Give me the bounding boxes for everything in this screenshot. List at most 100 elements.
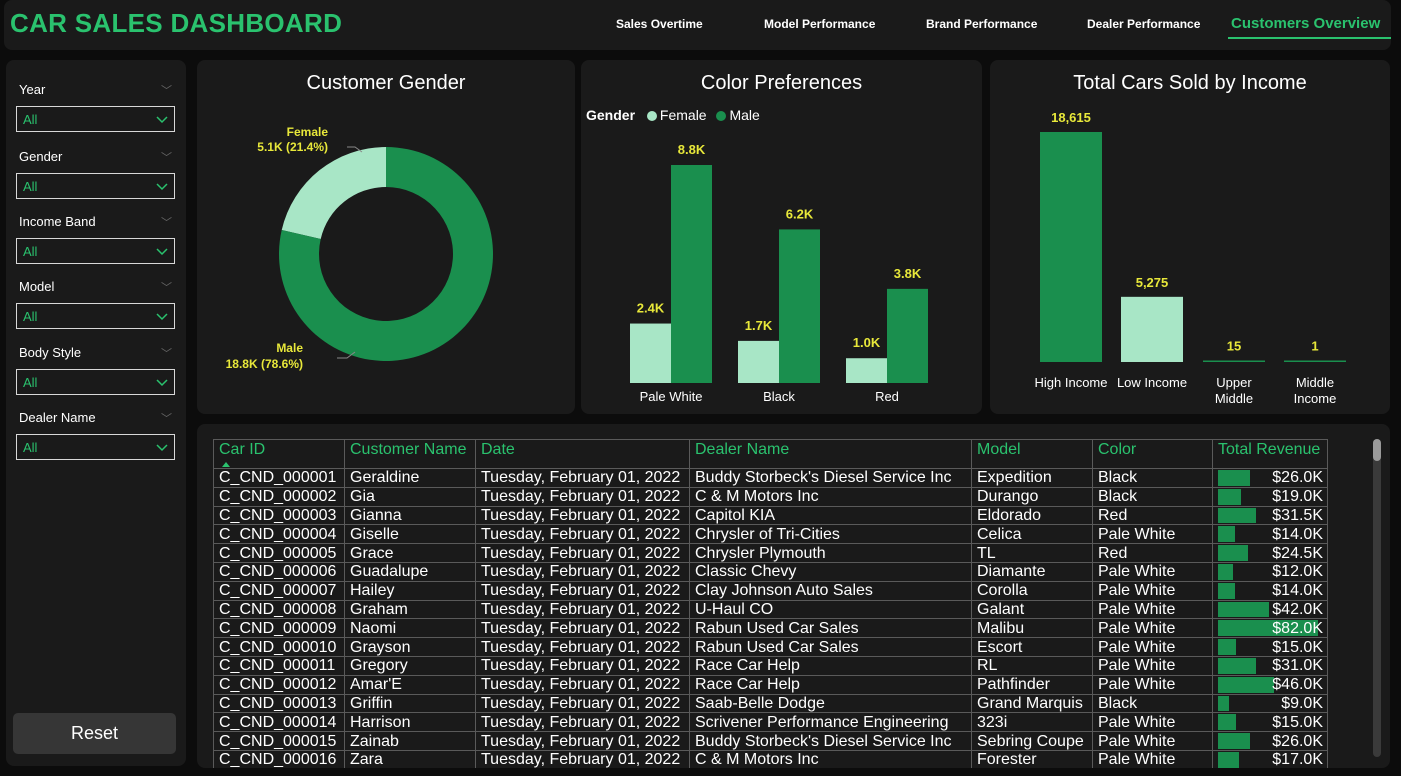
column-header-total-revenue[interactable]: Total Revenue bbox=[1212, 439, 1328, 469]
column-header-model[interactable]: Model bbox=[971, 439, 1093, 469]
cell-color: Pale White bbox=[1092, 637, 1213, 657]
table-row[interactable]: C_CND_000012 Amar'E Tuesday, February 01, … bbox=[213, 674, 1328, 695]
bar-male-black[interactable] bbox=[779, 229, 820, 383]
table-row[interactable]: C_CND_000006 Guadalupe Tuesday, February 0… bbox=[213, 561, 1328, 582]
cell-total-revenue: $15.0K bbox=[1212, 637, 1328, 657]
tab-customers-overview[interactable]: Customers Overview bbox=[1231, 15, 1380, 32]
column-header-color[interactable]: Color bbox=[1092, 439, 1213, 469]
table-scrollbar-thumb[interactable] bbox=[1373, 439, 1381, 461]
cell-color: Pale White bbox=[1092, 599, 1213, 620]
table-row[interactable]: C_CND_000010 Grayson Tuesday, February 01,… bbox=[213, 637, 1328, 657]
table-row[interactable]: C_CND_000003 Gianna Tuesday, February 01, … bbox=[213, 505, 1328, 526]
x-axis-tick-label: Low Income bbox=[1117, 375, 1187, 390]
bar-middle-income[interactable] bbox=[1284, 360, 1346, 363]
bar-female-pale-white[interactable] bbox=[630, 323, 671, 383]
revenue-data-bar bbox=[1218, 488, 1242, 505]
cell-car-id: C_CND_000014 bbox=[213, 712, 345, 733]
tab-model-performance[interactable]: Model Performance bbox=[764, 17, 875, 31]
revenue-data-bar bbox=[1218, 601, 1270, 618]
cell-date: Tuesday, February 01, 2022 bbox=[475, 731, 690, 751]
model-dropdown[interactable]: All bbox=[16, 303, 175, 329]
cars-by-income-panel: Total Cars Sold by Income 18,615 High Inc… bbox=[990, 60, 1390, 414]
chevron-down-icon[interactable]: ﹀ bbox=[161, 214, 172, 230]
cell-customer-name: Gregory bbox=[344, 655, 476, 676]
column-header-customer-name[interactable]: Customer Name bbox=[344, 439, 476, 469]
top-header: CAR SALES DASHBOARD Sales Overtime Model… bbox=[4, 0, 1391, 50]
donut-slice-female[interactable] bbox=[281, 147, 386, 239]
cell-customer-name: Geraldine bbox=[344, 468, 476, 488]
sort-ascending-icon[interactable] bbox=[222, 462, 230, 467]
table-row[interactable]: C_CND_000011 Gregory Tuesday, February 01,… bbox=[213, 655, 1328, 676]
bar-value-label: 1.0K bbox=[853, 335, 881, 350]
revenue-data-bar bbox=[1218, 582, 1236, 599]
bar-high-income[interactable] bbox=[1040, 132, 1102, 362]
gender-dropdown[interactable]: All bbox=[16, 173, 175, 199]
cell-date: Tuesday, February 01, 2022 bbox=[475, 618, 690, 639]
revenue-data-bar bbox=[1218, 751, 1239, 768]
filter-label-income-band: Income Band bbox=[19, 214, 96, 229]
table-row[interactable]: C_CND_000013 Griffin Tuesday, February 01,… bbox=[213, 693, 1328, 714]
table-row[interactable]: C_CND_000008 Graham Tuesday, February 01, … bbox=[213, 599, 1328, 620]
cell-model: Pathfinder bbox=[971, 674, 1093, 695]
revenue-value: $17.0K bbox=[1272, 751, 1323, 768]
table-row[interactable]: C_CND_000004 Giselle Tuesday, February 01,… bbox=[213, 524, 1328, 545]
cell-model: Corolla bbox=[971, 580, 1093, 601]
column-header-date[interactable]: Date bbox=[475, 439, 690, 469]
chevron-down-icon[interactable]: ﹀ bbox=[161, 410, 172, 426]
bar-female-red[interactable] bbox=[846, 358, 887, 383]
bar-upper-middle[interactable] bbox=[1203, 360, 1265, 363]
tab-brand-performance[interactable]: Brand Performance bbox=[926, 17, 1037, 31]
male-slice-value: 18.8K (78.6%) bbox=[226, 357, 303, 371]
cell-dealer-name: C & M Motors Inc bbox=[689, 749, 972, 768]
cell-date: Tuesday, February 01, 2022 bbox=[475, 580, 690, 601]
body-style-dropdown[interactable]: All bbox=[16, 369, 175, 395]
cell-total-revenue: $15.0K bbox=[1212, 712, 1328, 733]
cell-customer-name: Griffin bbox=[344, 693, 476, 714]
revenue-value: $26.0K bbox=[1272, 469, 1323, 487]
cell-total-revenue: $82.0K bbox=[1212, 618, 1328, 639]
revenue-value: $31.5K bbox=[1272, 506, 1323, 524]
filter-label-body-style: Body Style bbox=[19, 345, 82, 360]
tab-dealer-performance[interactable]: Dealer Performance bbox=[1087, 17, 1200, 31]
bar-male-red[interactable] bbox=[887, 288, 928, 383]
table-scrollbar[interactable] bbox=[1373, 439, 1381, 757]
cell-customer-name: Gia bbox=[344, 486, 476, 507]
column-header-car-id[interactable]: Car ID bbox=[213, 439, 345, 469]
chevron-down-icon[interactable]: ﹀ bbox=[161, 149, 172, 165]
table-row[interactable]: C_CND_000005 Grace Tuesday, February 01, 2… bbox=[213, 543, 1328, 563]
table-row[interactable]: C_CND_000015 Zainab Tuesday, February 01, … bbox=[213, 731, 1328, 751]
bar-female-black[interactable] bbox=[738, 340, 779, 383]
revenue-value: $82.0K bbox=[1272, 619, 1323, 637]
cell-car-id: C_CND_000008 bbox=[213, 599, 345, 620]
table-row[interactable]: C_CND_000009 Naomi Tuesday, February 01, 2… bbox=[213, 618, 1328, 639]
cell-model: Diamante bbox=[971, 561, 1093, 582]
bar-low-income[interactable] bbox=[1121, 296, 1183, 362]
table-row[interactable]: C_CND_000002 Gia Tuesday, February 01, 202… bbox=[213, 486, 1328, 507]
cell-total-revenue: $26.0K bbox=[1212, 731, 1328, 751]
income-band-dropdown[interactable]: All bbox=[16, 238, 175, 264]
cell-car-id: C_CND_000011 bbox=[213, 655, 345, 676]
body-style-dropdown-value: All bbox=[23, 375, 38, 390]
chevron-down-icon[interactable]: ﹀ bbox=[161, 345, 172, 361]
chevron-down-icon[interactable]: ﹀ bbox=[161, 279, 172, 295]
column-header-dealer-name[interactable]: Dealer Name bbox=[689, 439, 972, 469]
revenue-value: $31.0K bbox=[1272, 657, 1323, 675]
bar-male-pale-white[interactable] bbox=[671, 165, 712, 383]
revenue-data-bar bbox=[1218, 714, 1237, 731]
tab-sales-overtime[interactable]: Sales Overtime bbox=[616, 17, 703, 31]
income-band-dropdown-value: All bbox=[23, 244, 38, 259]
table-row[interactable]: C_CND_000016 Zara Tuesday, February 01, 20… bbox=[213, 749, 1328, 768]
table-row[interactable]: C_CND_000001 Geraldine Tuesday, February 0… bbox=[213, 468, 1328, 488]
reset-button[interactable]: Reset bbox=[13, 713, 176, 754]
year-dropdown[interactable]: All bbox=[16, 106, 175, 132]
revenue-value: $24.5K bbox=[1272, 544, 1323, 562]
cell-date: Tuesday, February 01, 2022 bbox=[475, 543, 690, 563]
dealer-name-dropdown[interactable]: All bbox=[16, 434, 175, 460]
cell-customer-name: Zainab bbox=[344, 731, 476, 751]
chevron-down-icon[interactable]: ﹀ bbox=[161, 82, 172, 98]
table-row[interactable]: C_CND_000007 Hailey Tuesday, February 01, … bbox=[213, 580, 1328, 601]
cell-dealer-name: Classic Chevy bbox=[689, 561, 972, 582]
cell-color: Pale White bbox=[1092, 618, 1213, 639]
cell-total-revenue: $31.5K bbox=[1212, 505, 1328, 526]
table-row[interactable]: C_CND_000014 Harrison Tuesday, February 01… bbox=[213, 712, 1328, 733]
